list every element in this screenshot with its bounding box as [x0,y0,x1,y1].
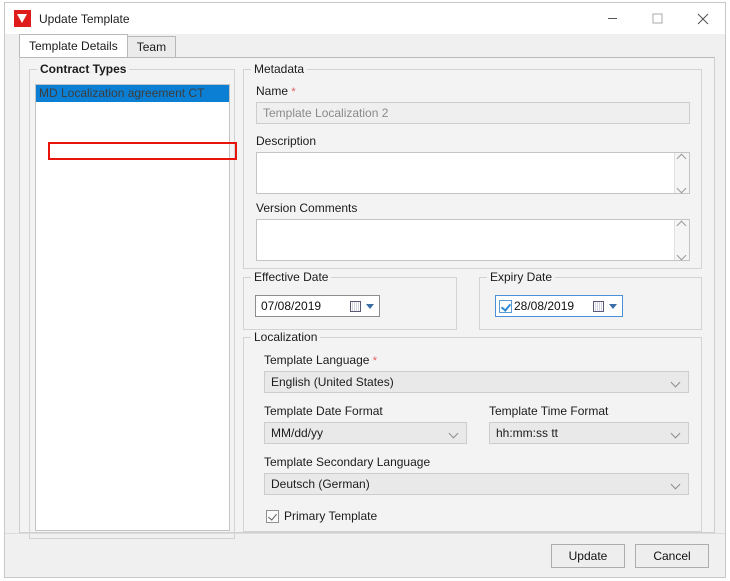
list-item[interactable]: MD Localization agreement CT [36,85,229,102]
title-bar: Update Template [5,3,725,34]
template-secondary-language-select[interactable]: Deutsch (German) [264,473,689,495]
metadata-group: Metadata Name * Template Localization 2 … [243,69,702,269]
version-comments-textarea[interactable] [256,219,690,261]
close-icon[interactable] [680,3,725,34]
description-scrollbar[interactable] [674,153,689,193]
contract-types-legend: Contract Types [37,62,129,76]
app-funnel-icon [14,10,31,27]
update-button[interactable]: Update [551,544,625,568]
tab-page-template-details: Contract Types MD Localization agreement… [19,57,715,533]
version-comments-label: Version Comments [256,201,357,215]
template-language-required-marker: * [373,355,377,367]
dropdown-triangle-icon[interactable] [609,304,617,309]
maximize-icon[interactable] [635,3,680,34]
effective-date-group: Effective Date 07/08/2019 [243,277,457,330]
description-textarea-body[interactable] [257,153,674,193]
dialog-footer: Update Cancel [5,533,725,577]
primary-template-checkbox[interactable] [266,510,279,523]
description-textarea[interactable] [256,152,690,194]
version-comments-textarea-body[interactable] [257,220,674,260]
update-template-dialog: Update Template Template Details Team Co… [4,2,726,578]
primary-template-label: Primary Template [284,509,377,523]
minimize-icon[interactable] [590,3,635,34]
expiry-date-group: Expiry Date 28/08/2019 [479,277,702,330]
template-language-label-text: Template Language [264,353,369,367]
localization-group: Localization Template Language * English… [243,337,702,532]
expiry-date-checkbox[interactable] [499,300,512,313]
template-date-format-label: Template Date Format [264,404,383,418]
template-time-format-select[interactable]: hh:mm:ss tt [489,422,689,444]
template-secondary-language-value: Deutsch (German) [271,477,370,491]
chevron-down-icon[interactable] [450,430,459,436]
metadata-legend: Metadata [251,62,307,76]
name-required-marker: * [291,86,295,98]
template-language-value: English (United States) [271,375,394,389]
cancel-button[interactable]: Cancel [635,544,709,568]
chevron-down-icon[interactable] [672,430,681,436]
expiry-date-value[interactable]: 28/08/2019 [512,299,590,313]
template-time-format-label: Template Time Format [489,404,608,418]
scroll-down-icon[interactable] [678,185,687,191]
calendar-icon[interactable] [590,298,607,314]
contract-types-listbox[interactable]: MD Localization agreement CT [35,84,230,531]
tab-team[interactable]: Team [127,36,176,57]
name-label: Name * [256,84,296,98]
effective-date-legend: Effective Date [251,270,331,284]
window-controls [590,3,725,34]
expiry-date-input[interactable]: 28/08/2019 [495,295,623,317]
name-label-text: Name [256,84,288,98]
template-language-select[interactable]: English (United States) [264,371,689,393]
version-comments-scrollbar[interactable] [674,220,689,260]
scroll-up-icon[interactable] [678,155,687,161]
chevron-down-icon[interactable] [672,379,681,385]
scroll-up-icon[interactable] [678,222,687,228]
template-date-format-value: MM/dd/yy [271,426,323,440]
effective-date-input[interactable]: 07/08/2019 [255,295,380,317]
calendar-icon[interactable] [347,298,364,314]
description-label: Description [256,134,316,148]
expiry-date-legend: Expiry Date [487,270,555,284]
tab-strip: Template Details Team [19,34,715,57]
localization-legend: Localization [251,330,320,344]
template-time-format-value: hh:mm:ss tt [496,426,558,440]
template-language-label: Template Language * [264,353,377,367]
template-date-format-select[interactable]: MM/dd/yy [264,422,467,444]
scroll-down-icon[interactable] [678,252,687,258]
effective-date-value[interactable]: 07/08/2019 [256,299,347,313]
template-secondary-language-label: Template Secondary Language [264,455,430,469]
dropdown-triangle-icon[interactable] [366,304,374,309]
name-input[interactable]: Template Localization 2 [256,102,690,124]
window-title: Update Template [39,12,130,26]
primary-template-checkbox-row[interactable]: Primary Template [266,509,377,523]
chevron-down-icon[interactable] [672,481,681,487]
tab-template-details[interactable]: Template Details [19,34,128,57]
contract-types-group: Contract Types MD Localization agreement… [29,69,235,539]
